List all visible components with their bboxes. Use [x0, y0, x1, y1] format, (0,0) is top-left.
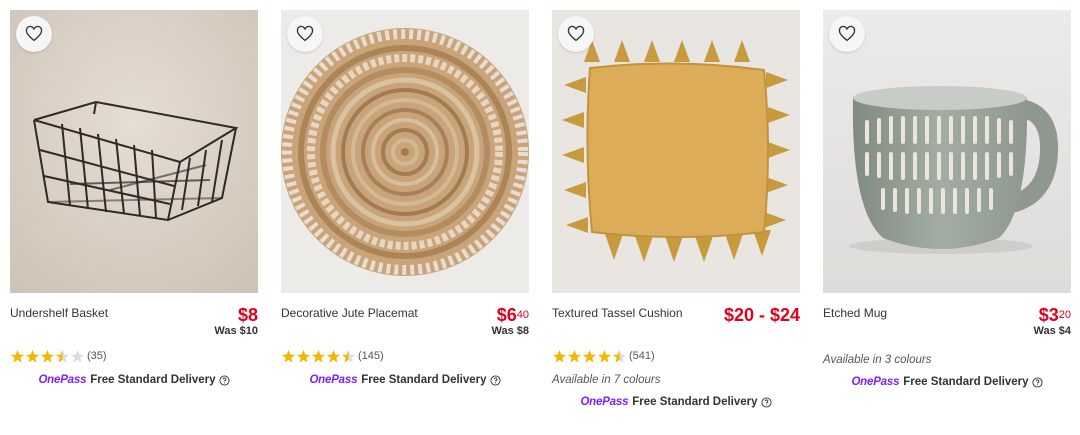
star-icon [326, 349, 341, 363]
delivery-text: Free Standard Delivery [90, 374, 216, 386]
wire-basket-image [10, 10, 258, 293]
product-title[interactable]: Undershelf Basket [10, 306, 170, 321]
price: $8 [214, 306, 258, 324]
delivery-info: OnePass Free Standard Delivery [552, 396, 800, 408]
rating: (145) [281, 348, 529, 364]
star-icon [311, 349, 326, 363]
was-price: Was $8 [491, 325, 529, 337]
product-image[interactable] [552, 10, 800, 293]
onepass-logo: OnePass [38, 374, 87, 386]
wishlist-button[interactable] [829, 16, 865, 52]
help-circle-icon[interactable] [1032, 376, 1043, 388]
wishlist-button[interactable] [287, 16, 323, 52]
star-icon [567, 349, 582, 363]
star-icon [40, 349, 55, 363]
price: $20 - $24 [724, 306, 800, 324]
star-icon [25, 349, 40, 363]
heart-icon [296, 25, 314, 42]
onepass-logo: OnePass [580, 396, 629, 408]
product-card[interactable]: Decorative Jute Placemat $640 Was $8 (14… [281, 10, 529, 386]
review-count: (35) [87, 350, 107, 362]
product-card[interactable]: Etched Mug $320 Was $4 Available in 3 co… [823, 10, 1071, 388]
review-count: (541) [629, 350, 655, 362]
star-icon [612, 349, 627, 363]
available-colours: Available in 7 colours [552, 374, 661, 386]
available-colours: Available in 3 colours [823, 354, 932, 366]
star-icon [341, 349, 356, 363]
price-main: $8 [237, 305, 258, 325]
price: $640 [491, 306, 529, 324]
star-rating [10, 349, 85, 364]
delivery-text: Free Standard Delivery [632, 396, 758, 408]
product-image[interactable] [823, 10, 1071, 293]
star-icon [597, 349, 612, 363]
star-rating [552, 349, 627, 364]
was-price: Was $10 [214, 325, 258, 337]
product-image[interactable] [281, 10, 529, 293]
wishlist-button[interactable] [16, 16, 52, 52]
review-count: (145) [358, 350, 384, 362]
star-icon [582, 349, 597, 363]
price-main: $3 [1038, 305, 1059, 325]
heart-icon [838, 25, 856, 42]
delivery-info: OnePass Free Standard Delivery [823, 376, 1071, 388]
product-card[interactable]: Textured Tassel Cushion $20 - $24 (541) … [552, 10, 800, 408]
rating: (35) [10, 348, 258, 364]
delivery-info: OnePass Free Standard Delivery [281, 374, 529, 386]
tassel-cushion-image [552, 10, 800, 293]
price-main: $6 [496, 305, 517, 325]
price: $320 [1033, 306, 1071, 324]
help-circle-icon[interactable] [219, 374, 230, 386]
heart-icon [25, 25, 43, 42]
delivery-text: Free Standard Delivery [903, 376, 1029, 388]
help-circle-icon[interactable] [761, 396, 772, 408]
rating: (541) [552, 348, 800, 364]
star-icon [55, 349, 70, 363]
onepass-logo: OnePass [851, 376, 900, 388]
product-title[interactable]: Decorative Jute Placemat [281, 306, 441, 321]
etched-mug-image [823, 10, 1071, 293]
delivery-text: Free Standard Delivery [361, 374, 487, 386]
star-rating [281, 349, 356, 364]
product-title[interactable]: Etched Mug [823, 306, 983, 321]
star-icon [281, 349, 296, 363]
star-icon [552, 349, 567, 363]
product-card[interactable]: Undershelf Basket $8 Was $10 (35) OnePas… [10, 10, 258, 386]
onepass-logo: OnePass [309, 374, 358, 386]
star-icon [10, 349, 25, 363]
price-main: $20 - $24 [723, 305, 800, 325]
price-cents: 40 [516, 309, 529, 321]
jute-placemat-image [281, 10, 529, 293]
product-title[interactable]: Textured Tassel Cushion [552, 306, 712, 321]
was-price: Was $4 [1033, 325, 1071, 337]
delivery-info: OnePass Free Standard Delivery [10, 374, 258, 386]
price-cents: 20 [1058, 309, 1071, 321]
heart-icon [567, 25, 585, 42]
help-circle-icon[interactable] [490, 374, 501, 386]
star-icon [70, 349, 85, 363]
star-icon [296, 349, 311, 363]
product-image[interactable] [10, 10, 258, 293]
wishlist-button[interactable] [558, 16, 594, 52]
